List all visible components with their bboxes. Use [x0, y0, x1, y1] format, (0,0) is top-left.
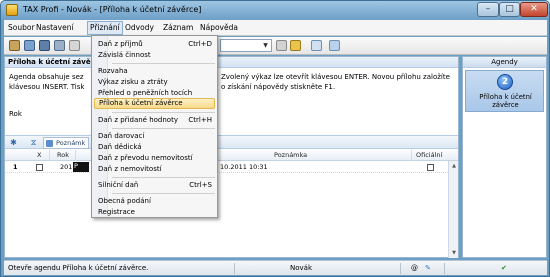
menu-item-dph[interactable]: Daň z přidané hodnoty Ctrl+H	[94, 115, 215, 125]
menu-odvody[interactable]: Odvody	[125, 23, 154, 32]
menu-bar: Soubor Nastavení Přiznání Odvody Záznam …	[4, 20, 547, 36]
tab-poznamka[interactable]: Poznámk	[43, 137, 90, 149]
menu-zaznam[interactable]: Záznam	[163, 23, 193, 32]
list-icon[interactable]	[329, 40, 340, 51]
at-icon: @	[411, 264, 418, 272]
star-icon[interactable]: ✱	[9, 138, 18, 147]
menu-item-obecna-podani[interactable]: Obecná podání	[94, 196, 215, 206]
main-panel: Příloha k účetní závě Agenda obsahuje se…	[4, 56, 459, 258]
menu-item-vykaz-zisku[interactable]: Výkaz zisku a ztráty	[94, 77, 215, 87]
info-header: Příloha k účetní závě	[5, 57, 458, 68]
row-selection: P	[73, 162, 89, 172]
row-oficialni-checkbox[interactable]	[427, 164, 434, 171]
main-toolbar: ▼	[4, 37, 547, 55]
filter-icon[interactable]: ⧖	[29, 138, 38, 147]
window-title: TAX Profi - Novák - [Příloha k účetní zá…	[23, 5, 202, 14]
menu-item-dan-z-prevodu[interactable]: Daň z převodu nemovitostí	[94, 153, 215, 163]
pen-icon: ✎	[425, 264, 431, 272]
info-line2-left: klávesou INSERT. Tisk	[9, 83, 85, 91]
row-number: 1	[13, 163, 18, 171]
status-user: Novák	[290, 264, 313, 272]
minimize-button[interactable]: –	[477, 2, 499, 17]
title-bar[interactable]: TAX Profi - Novák - [Příloha k účetní zá…	[1, 1, 549, 20]
grid-toolbar: ✱ ⧖ Poznámk	[5, 135, 458, 149]
agenda-icon: 2	[497, 74, 513, 90]
menu-item-prehled-toku[interactable]: Přehled o peněžních tocích	[94, 88, 215, 98]
menu-soubor[interactable]: Soubor	[8, 23, 35, 32]
col-rok[interactable]: Rok	[57, 151, 69, 159]
print-icon[interactable]	[54, 40, 65, 51]
view-icon[interactable]	[311, 40, 322, 51]
col-oficialni[interactable]: Oficiální	[416, 151, 442, 159]
scroll-up-icon[interactable]: ▲	[450, 162, 458, 170]
tool-icon-3[interactable]	[276, 40, 287, 51]
row-date: 10.2011 10:31	[220, 163, 268, 171]
open-icon[interactable]	[24, 40, 35, 51]
table-row[interactable]: 1 2011 P 10.2011 10:31	[5, 162, 458, 173]
menu-item-zavisla-cinnost[interactable]: Závislá činnost	[94, 50, 215, 60]
tool-icon-2[interactable]	[69, 40, 80, 51]
app-window: TAX Profi - Novák - [Příloha k účetní zá…	[0, 0, 550, 277]
col-x[interactable]: X	[37, 151, 41, 159]
info-line1-left: Agenda obsahuje sez	[9, 73, 84, 81]
data-grid: X Rok Poznámka Oficiální 1 2011 P 10.201…	[5, 150, 458, 259]
status-text: Otevře agendu Příloha k účetní závěrce.	[8, 264, 149, 272]
col-poznamka[interactable]: Poznámka	[274, 151, 307, 159]
folder-icon[interactable]	[290, 40, 301, 51]
status-bar: Otevře agendu Příloha k účetní závěrce. …	[4, 260, 547, 275]
agendy-title: Agendy	[463, 57, 546, 68]
menu-item-registrace[interactable]: Registrace	[94, 207, 215, 217]
agendy-item-label: Příloha k účetní závěrce	[479, 93, 532, 109]
check-icon: ✔	[501, 264, 507, 272]
row-checkbox[interactable]	[36, 164, 43, 171]
menu-item-rozvaha[interactable]: Rozvaha	[94, 66, 215, 76]
menu-item-dan-z-nemovitosti[interactable]: Daň z nemovitostí	[94, 164, 215, 174]
app-icon	[6, 4, 18, 16]
info-line2-right: o získání nápovědy stiskněte F1.	[221, 83, 336, 91]
menu-item-dan-darovaci[interactable]: Daň darovací	[94, 131, 215, 141]
grid-header: X Rok Poznámka Oficiální	[5, 150, 458, 161]
info-line1-right: Zvolený výkaz lze otevřít klávesou ENTER…	[221, 73, 450, 81]
agendy-panel: Agendy 2 Příloha k účetní závěrce	[462, 56, 547, 258]
agendy-item[interactable]: 2 Příloha k účetní závěrce	[465, 70, 544, 112]
menu-item-priloha[interactable]: Příloha k účetní závěrce	[94, 98, 215, 109]
priznani-dropdown: Daň z příjmů Ctrl+D Závislá činnost Rozv…	[91, 35, 218, 218]
toolbar-combo[interactable]: ▼	[220, 39, 272, 52]
vertical-scrollbar[interactable]: ▲ ▼	[448, 161, 458, 258]
save-icon[interactable]	[39, 40, 50, 51]
menu-napoveda[interactable]: Nápověda	[200, 23, 238, 32]
menu-item-silnicni-dan[interactable]: Silniční daň Ctrl+S	[94, 180, 215, 190]
scroll-down-icon[interactable]: ▼	[450, 249, 458, 257]
menu-priznani[interactable]: Přiznání	[87, 21, 123, 35]
maximize-button[interactable]: □	[499, 2, 520, 17]
rok-label: Rok	[9, 110, 22, 118]
close-button[interactable]: ✕	[520, 2, 548, 17]
tool-icon[interactable]	[9, 40, 20, 51]
chevron-down-icon: ▼	[263, 42, 268, 49]
menu-item-dan-z-prijmu[interactable]: Daň z příjmů Ctrl+D	[94, 39, 215, 49]
menu-item-dan-dedicka[interactable]: Daň dědická	[94, 142, 215, 152]
menu-nastaveni[interactable]: Nastavení	[36, 23, 74, 32]
